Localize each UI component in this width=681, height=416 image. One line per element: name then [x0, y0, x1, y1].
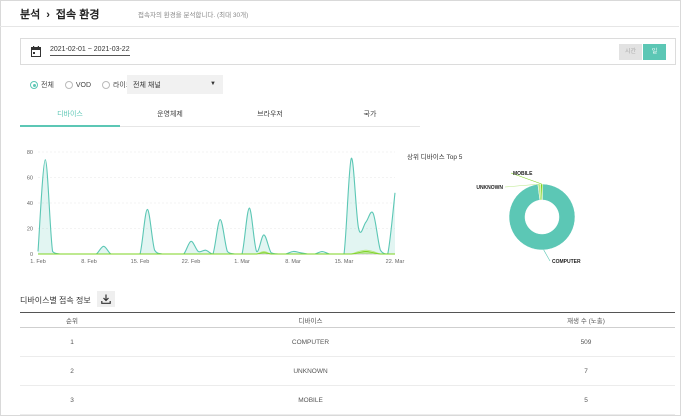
table-header-row: 순위 디바이스 재생 수 (노출)	[20, 312, 675, 328]
radio-circle-icon	[101, 81, 110, 89]
radio-label: 전체	[41, 82, 54, 89]
table-row: 1 COMPUTER 509	[20, 327, 675, 357]
date-range-input[interactable]: 2021-02-01 ~ 2021-03-22	[50, 46, 130, 56]
radio-all[interactable]: 전체	[30, 80, 54, 90]
device-table-title: 디바이스별 접속 정보	[20, 296, 91, 305]
page-title: 접속 환경	[55, 9, 100, 21]
x-tick-label: 8. Mar	[285, 259, 301, 265]
channel-select-value: 전체 채널	[133, 82, 161, 89]
tab-device[interactable]: 디바이스	[20, 106, 120, 127]
y-tick-label: 80	[27, 150, 33, 156]
top5-title: 상위 디바이스 Top 5	[407, 154, 463, 161]
cell-rank: 3	[20, 385, 124, 415]
cell-plays: 5	[497, 385, 675, 415]
slice-mobile	[540, 183, 543, 201]
device-donut-chart: COMPUTER UNKNOWN MOBILE	[476, 171, 581, 265]
calendar-icon[interactable]	[31, 46, 41, 57]
radio-circle-icon	[30, 81, 38, 89]
chevron-right-icon: ›	[46, 9, 50, 21]
tab-country[interactable]: 국가	[320, 106, 420, 127]
cell-plays: 509	[497, 327, 675, 357]
x-tick-label: 15. Mar	[335, 259, 354, 265]
download-button[interactable]	[97, 291, 115, 307]
x-tick-label: 8. Feb	[81, 259, 97, 265]
type-radio-group: 전체 VOD 라이브	[30, 80, 141, 91]
breadcrumb: 분석 › 접속 환경	[20, 6, 99, 22]
download-icon	[101, 294, 111, 304]
breadcrumb-root[interactable]: 분석	[20, 9, 40, 21]
cell-plays: 7	[497, 356, 675, 386]
cell-device: UNKNOWN	[124, 356, 497, 386]
x-tick-label: 22. Mar	[386, 259, 405, 265]
x-tick-label: 1. Feb	[30, 259, 46, 265]
radio-vod[interactable]: VOD	[64, 81, 92, 89]
tab-os[interactable]: 운영체제	[120, 106, 220, 127]
radio-circle-icon	[64, 81, 73, 89]
cell-device: COMPUTER	[124, 327, 497, 357]
slice-label-computer: COMPUTER	[552, 259, 581, 265]
y-tick-label: 20	[27, 227, 33, 233]
column-header-device[interactable]: 디바이스	[124, 312, 497, 328]
page-header: 분석 › 접속 환경 접속자의 환경을 분석합니다. (최대 30개)	[0, 0, 679, 27]
hour-button[interactable]: 시간	[619, 44, 642, 60]
table-row: 3 MOBILE 5	[20, 385, 675, 415]
table-row: 2 UNKNOWN 7	[20, 356, 675, 386]
cell-device: MOBILE	[124, 385, 497, 415]
x-tick-label: 1. Mar	[234, 259, 250, 265]
cell-rank: 2	[20, 356, 124, 386]
caret-down-icon: ▼	[210, 81, 216, 87]
slice-label-unknown: UNKNOWN	[476, 185, 503, 191]
series-area-computer	[38, 158, 395, 254]
day-button[interactable]: 일	[643, 44, 666, 60]
tab-browser[interactable]: 브라우저	[220, 106, 320, 127]
radio-label: VOD	[75, 81, 92, 89]
slice-connector	[543, 249, 551, 262]
y-tick-label: 40	[27, 201, 33, 207]
tab-bar: 디바이스 운영체제 브라우저 국가	[20, 106, 420, 127]
y-tick-label: 0	[30, 252, 33, 258]
channel-select[interactable]: 전체 채널 ▼	[127, 75, 223, 94]
column-header-plays[interactable]: 재생 수 (노출)	[497, 312, 675, 328]
device-table: 순위 디바이스 재생 수 (노출) 1 COMPUTER 509 2 UNKNO…	[20, 312, 675, 415]
x-tick-label: 22. Feb	[182, 259, 201, 265]
slice-label-mobile: MOBILE	[513, 171, 533, 177]
date-filter-bar: 2021-02-01 ~ 2021-03-22 시간 일	[20, 38, 676, 65]
page-description: 접속자의 환경을 분석합니다. (최대 30개)	[138, 12, 249, 19]
device-area-chart: 0 20 40 60 80 1. Feb 8. Feb 15. Feb 22. Feb 1. Ma…	[27, 150, 405, 265]
column-header-rank[interactable]: 순위	[20, 312, 124, 328]
y-tick-label: 60	[27, 176, 33, 182]
x-tick-label: 15. Feb	[131, 259, 150, 265]
cell-rank: 1	[20, 327, 124, 357]
